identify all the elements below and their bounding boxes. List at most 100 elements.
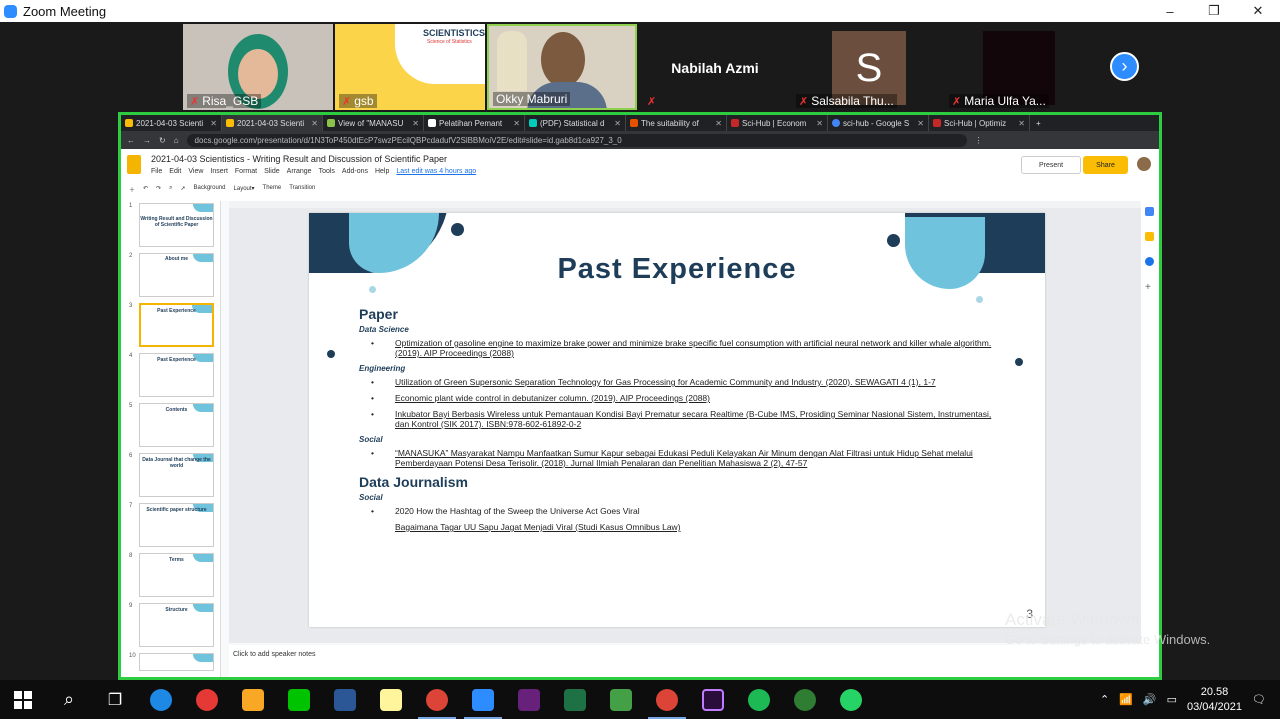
taskbar-opera[interactable] <box>184 680 230 719</box>
document-title[interactable]: 2021-04-03 Scientistics - Writing Result… <box>151 154 447 164</box>
menu-arrange[interactable]: Arrange <box>287 168 312 175</box>
url-field[interactable]: docs.google.com/presentation/d/1N3ToP450… <box>186 133 967 147</box>
wifi-icon[interactable]: 📶 <box>1119 693 1133 706</box>
speaker-notes[interactable]: Click to add speaker notes <box>229 645 1141 677</box>
chevron-up-icon[interactable]: ⌃ <box>1100 693 1109 706</box>
theme-button[interactable]: Theme <box>263 185 282 194</box>
calendar-icon[interactable] <box>1145 207 1154 216</box>
slide-thumbnail[interactable]: About me <box>139 253 214 297</box>
taskbar-sticky-notes[interactable] <box>368 680 414 719</box>
account-avatar[interactable] <box>1137 157 1151 171</box>
taskbar-spotify[interactable] <box>736 680 782 719</box>
browser-tab[interactable]: View of "MANASU ✕ <box>323 115 424 131</box>
menu-format[interactable]: Format <box>235 168 257 175</box>
taskbar-app[interactable] <box>782 680 828 719</box>
task-view-button[interactable]: ❐ <box>92 680 138 719</box>
transition-button[interactable]: Transition <box>289 185 315 194</box>
browser-tab[interactable]: 2021-04-03 Scienti ✕ <box>121 115 222 131</box>
menu-file[interactable]: File <box>151 168 162 175</box>
new-tab-button[interactable]: + <box>1036 119 1041 128</box>
menu-insert[interactable]: Insert <box>210 168 228 175</box>
slides-logo-icon[interactable] <box>127 155 141 174</box>
layout-button[interactable]: Layout▾ <box>234 185 255 194</box>
close-tab-icon[interactable]: ✕ <box>210 119 217 128</box>
slide-thumbnail[interactable]: Scientific paper structure <box>139 503 214 547</box>
slide-thumbnail[interactable]: Data Journal that change the world <box>139 453 214 497</box>
slide-thumbnail[interactable]: Writing Result and Discussion of Scienti… <box>139 203 214 247</box>
next-participants-button[interactable]: › <box>1110 52 1139 81</box>
browser-tab[interactable]: sci-hub - Google S ✕ <box>828 115 929 131</box>
keep-icon[interactable] <box>1145 232 1154 241</box>
redo-icon[interactable]: ↷ <box>156 185 161 194</box>
menu-view[interactable]: View <box>188 168 203 175</box>
slide-thumbnail-selected[interactable]: Past Experience <box>139 303 214 347</box>
browser-tab[interactable]: Sci-Hub | Optimiz ✕ <box>929 115 1030 131</box>
menu-edit[interactable]: Edit <box>169 168 181 175</box>
clock[interactable]: 20.58 03/04/2021 <box>1187 685 1242 715</box>
zoom-icon[interactable]: ⌕ <box>169 185 172 194</box>
taskbar-file-explorer[interactable] <box>230 680 276 719</box>
close-tab-icon[interactable]: ✕ <box>715 119 722 128</box>
close-tab-icon[interactable]: ✕ <box>311 119 318 128</box>
close-tab-icon[interactable]: ✕ <box>1018 119 1025 128</box>
taskbar-edge[interactable] <box>138 680 184 719</box>
back-icon[interactable]: ← <box>127 136 135 145</box>
new-slide-icon[interactable]: ＋ <box>129 185 135 194</box>
close-tab-icon[interactable]: ✕ <box>917 119 924 128</box>
maximize-button[interactable]: ❐ <box>1192 0 1236 22</box>
taskbar-stats-app[interactable] <box>598 680 644 719</box>
close-tab-icon[interactable]: ✕ <box>513 119 520 128</box>
select-cursor-icon[interactable]: ➚ <box>180 185 185 194</box>
notification-icon[interactable]: 🗨 <box>1252 693 1266 706</box>
close-tab-icon[interactable]: ✕ <box>614 119 621 128</box>
taskbar-visual-studio[interactable] <box>506 680 552 719</box>
browser-tab[interactable]: Sci-Hub | Econom ✕ <box>727 115 828 131</box>
taskbar-chrome-profile[interactable] <box>644 680 690 719</box>
participant-tile-active-speaker[interactable]: Okky Mabruri <box>487 24 637 110</box>
menu-help[interactable]: Help <box>375 168 389 175</box>
tasks-icon[interactable] <box>1145 257 1154 266</box>
forward-icon[interactable]: → <box>143 136 151 145</box>
taskbar-line[interactable] <box>276 680 322 719</box>
start-button[interactable] <box>0 680 46 719</box>
add-addon-icon[interactable]: + <box>1145 282 1155 293</box>
menu-tools[interactable]: Tools <box>319 168 335 175</box>
taskbar-zoom[interactable] <box>460 680 506 719</box>
browser-tab-active[interactable]: 2021-04-03 Scienti ✕ <box>222 115 323 131</box>
taskbar-excel[interactable] <box>552 680 598 719</box>
slide-thumbnail[interactable] <box>139 653 214 671</box>
slide-thumbnail[interactable]: Past Experience <box>139 353 214 397</box>
reload-icon[interactable]: ↻ <box>159 136 166 145</box>
participant-tile[interactable]: Nabilah Azmi ✗ <box>640 24 790 110</box>
slide-thumbnail[interactable]: Terms <box>139 553 214 597</box>
present-button[interactable]: Present <box>1021 156 1081 174</box>
participant-tile[interactable]: S ✗ Salsabila Thu... <box>792 24 942 110</box>
close-button[interactable]: ✕ <box>1236 0 1280 22</box>
browser-tab[interactable]: Pelatihan Pemant ✕ <box>424 115 525 131</box>
taskbar-premiere[interactable] <box>690 680 736 719</box>
battery-icon[interactable]: ▭ <box>1167 693 1177 706</box>
participant-tile[interactable]: ✗ Maria Ulfa Ya... <box>945 24 1095 110</box>
slide[interactable]: Past Experience Paper Data Science Optim… <box>309 213 1045 627</box>
extensions-icon[interactable]: ⋮ <box>975 136 983 145</box>
search-button[interactable]: ⌕ <box>46 680 92 719</box>
taskbar-whatsapp[interactable] <box>828 680 874 719</box>
minimize-button[interactable]: – <box>1148 0 1192 22</box>
close-tab-icon[interactable]: ✕ <box>816 119 823 128</box>
participant-tile[interactable]: SCIENTISTICS Science of Statistics ✗ gsb <box>335 24 485 110</box>
slide-thumbnail[interactable]: Structure <box>139 603 214 647</box>
browser-tab[interactable]: The suitability of ✕ <box>626 115 727 131</box>
participant-tile[interactable]: ✗ Risa_GSB <box>183 24 333 110</box>
browser-tab[interactable]: (PDF) Statistical d ✕ <box>525 115 626 131</box>
taskbar-word[interactable] <box>322 680 368 719</box>
home-icon[interactable]: ⌂ <box>174 136 179 145</box>
last-edit-link[interactable]: Last edit was 4 hours ago <box>396 168 476 175</box>
background-button[interactable]: Background <box>193 185 225 194</box>
menu-addons[interactable]: Add-ons <box>342 168 368 175</box>
taskbar-chrome[interactable] <box>414 680 460 719</box>
close-tab-icon[interactable]: ✕ <box>412 119 419 128</box>
slide-thumbnail[interactable]: Contents <box>139 403 214 447</box>
undo-icon[interactable]: ↶ <box>143 185 148 194</box>
volume-icon[interactable]: 🔊 <box>1143 693 1157 706</box>
share-button[interactable]: Share <box>1083 156 1128 174</box>
